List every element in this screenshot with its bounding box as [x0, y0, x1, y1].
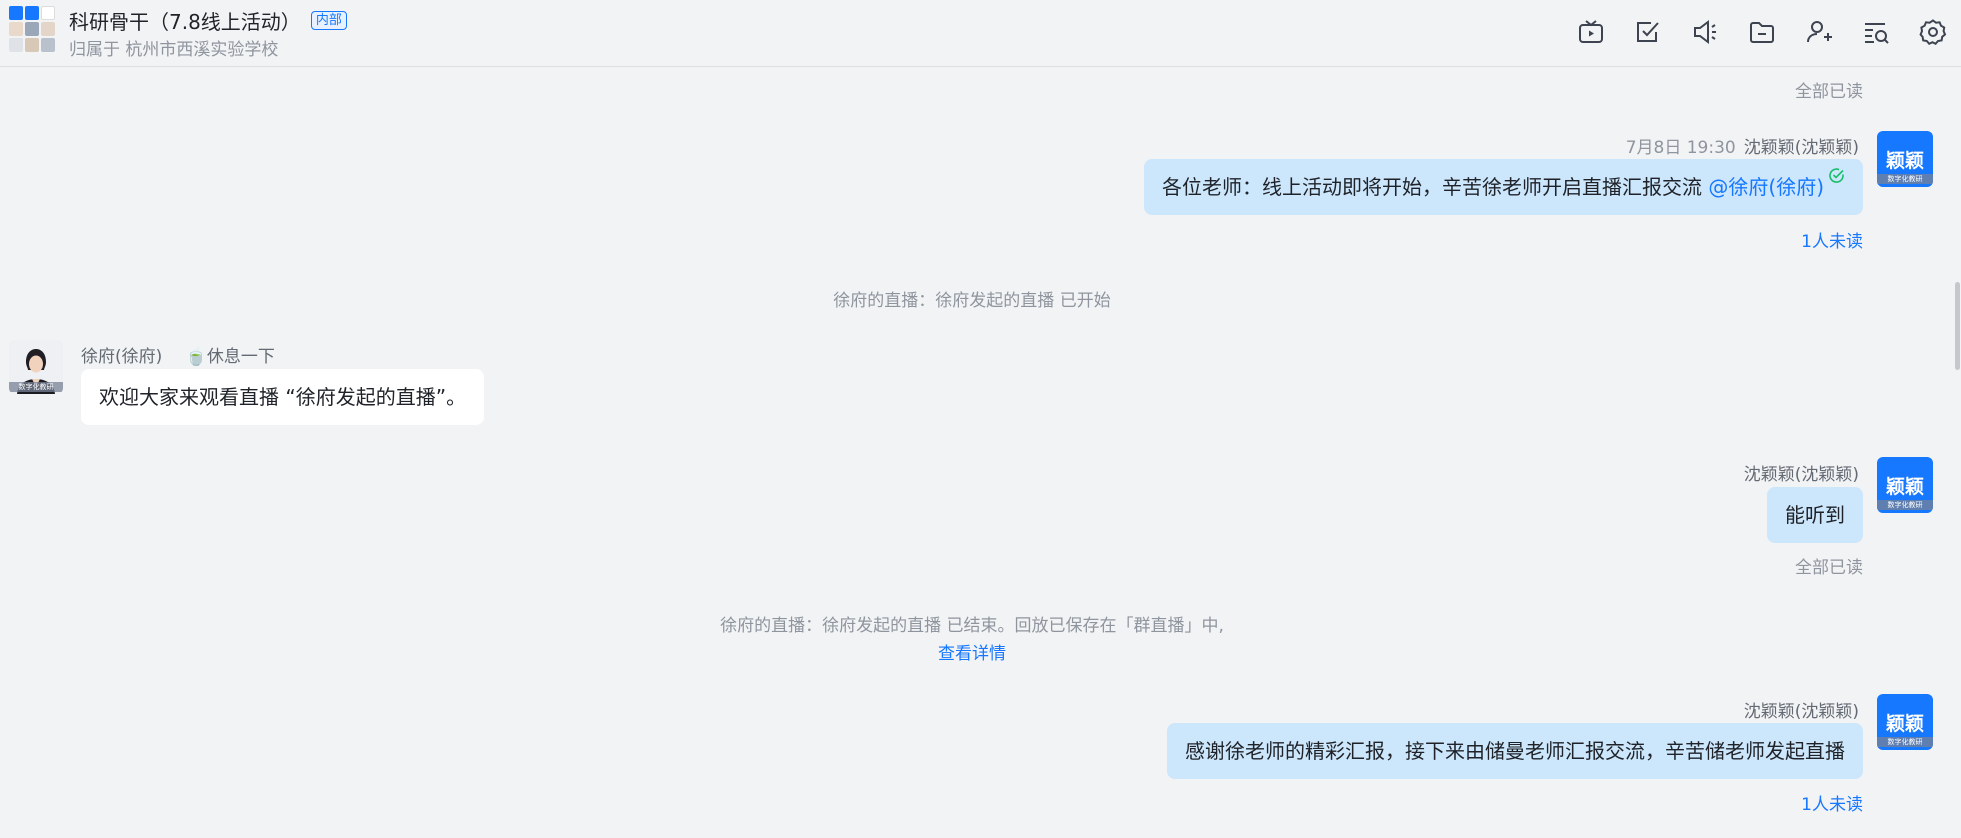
settings-button[interactable] — [1904, 14, 1961, 50]
task-check-icon — [1636, 22, 1659, 42]
message-bubble[interactable]: 能听到 — [1767, 487, 1863, 543]
user-status: 🍵休息一下 — [185, 347, 275, 367]
announcement-icon — [1693, 20, 1716, 44]
header-toolbar — [1562, 14, 1961, 50]
message-sender: 沈颖颖(沈颖颖) — [1744, 697, 1859, 722]
avatar-initials: 颖颖 — [1885, 149, 1924, 172]
member-avatar-5 — [25, 22, 39, 36]
avatar-badge: 数字化教研 — [1877, 737, 1933, 747]
member-avatar-8 — [25, 38, 39, 52]
avatar-initials: 颖颖 — [1885, 475, 1924, 498]
avatar-initials: 颖颖 — [1885, 712, 1924, 735]
read-status-all: 全部已读 — [1795, 82, 1863, 102]
message-text: 感谢徐老师的精彩汇报，接下来由储曼老师汇报交流，辛苦储老师发起直播 — [1185, 739, 1845, 763]
live-tv-icon — [1578, 20, 1603, 43]
search-history-button[interactable] — [1847, 14, 1904, 50]
member-avatar-7 — [9, 38, 23, 52]
files-button[interactable] — [1733, 14, 1790, 50]
system-message: 徐府的直播：徐府发起的直播 已结束。回放已保存在「群直播」中, — [720, 616, 1224, 636]
message-text: 各位老师：线上活动即将开始，辛苦徐老师开启直播汇报交流 — [1162, 175, 1709, 199]
message-sender: 7月8日 19:30 沈颖颖(沈颖颖) — [1626, 133, 1859, 158]
member-avatar-1 — [9, 6, 23, 20]
unread-count[interactable]: 1人未读 — [1801, 227, 1863, 252]
sender-name: 沈颖颖(沈颖颖) — [1743, 702, 1859, 722]
user-avatar[interactable]: 颖颖 数字化教研 — [1877, 694, 1933, 750]
member-avatar-2 — [25, 6, 39, 20]
read-status-all: 全部已读 — [1795, 558, 1863, 578]
folder-icon — [1749, 22, 1774, 43]
message-bubble[interactable]: 感谢徐老师的精彩汇报，接下来由储曼老师汇报交流，辛苦储老师发起直播 — [1167, 723, 1863, 779]
chat-header: 科研骨干（7.8线上活动） 内部 归属于 杭州市西溪实验学校 — [0, 0, 1961, 67]
read-check-icon — [1829, 168, 1844, 183]
member-avatar-3 — [41, 6, 55, 20]
group-title[interactable]: 科研骨干（7.8线上活动） — [69, 6, 301, 35]
search-history-icon — [1864, 23, 1889, 44]
mention-link[interactable]: @徐府(徐府) — [1708, 175, 1824, 199]
avatar-badge: 数字化教研 — [9, 382, 63, 392]
message-text: 能听到 — [1785, 503, 1845, 527]
user-avatar[interactable]: 颖颖 数字化教研 — [1877, 131, 1933, 187]
unread-count[interactable]: 1人未读 — [1801, 790, 1863, 815]
avatar-badge: 数字化教研 — [1877, 174, 1933, 184]
message-bubble[interactable]: 各位老师：线上活动即将开始，辛苦徐老师开启直播汇报交流 @徐府(徐府) — [1144, 159, 1863, 215]
announcement-button[interactable] — [1676, 14, 1733, 50]
scrollbar-thumb[interactable] — [1955, 282, 1960, 370]
member-avatar-9 — [41, 38, 55, 52]
message-text: 欢迎大家来观看直播 “徐府发起的直播”。 — [99, 385, 467, 409]
add-member-icon — [1806, 21, 1832, 43]
message-sender: 沈颖颖(沈颖颖) — [1744, 460, 1859, 485]
add-member-button[interactable] — [1790, 14, 1847, 50]
sender-name: 沈颖颖(沈颖颖) — [1743, 465, 1859, 485]
settings-icon — [1918, 19, 1946, 46]
member-avatar-4 — [9, 22, 23, 36]
message-sender: 徐府(徐府) 🍵休息一下 — [81, 342, 275, 367]
system-message-link-row: 查看详情 — [0, 639, 1944, 664]
group-avatar[interactable] — [9, 6, 55, 52]
sender-name: 沈颖颖(沈颖颖) — [1743, 138, 1859, 158]
avatar-badge: 数字化教研 — [1877, 500, 1933, 510]
message-bubble[interactable]: 欢迎大家来观看直播 “徐府发起的直播”。 — [81, 369, 485, 425]
view-details-link[interactable]: 查看详情 — [938, 644, 1006, 664]
internal-tag: 内部 — [310, 11, 347, 30]
live-button[interactable] — [1562, 14, 1619, 50]
user-avatar[interactable]: 数字化教研 — [9, 340, 63, 394]
sender-name: 徐府(徐府) — [81, 347, 163, 367]
user-avatar[interactable]: 颖颖 数字化教研 — [1877, 457, 1933, 513]
system-message: 徐府的直播：徐府发起的直播 已开始 — [833, 291, 1111, 311]
task-button[interactable] — [1619, 14, 1676, 50]
group-affiliation: 归属于 杭州市西溪实验学校 — [69, 40, 279, 60]
member-avatar-6 — [41, 22, 55, 36]
message-time: 7月8日 19:30 — [1625, 138, 1736, 158]
